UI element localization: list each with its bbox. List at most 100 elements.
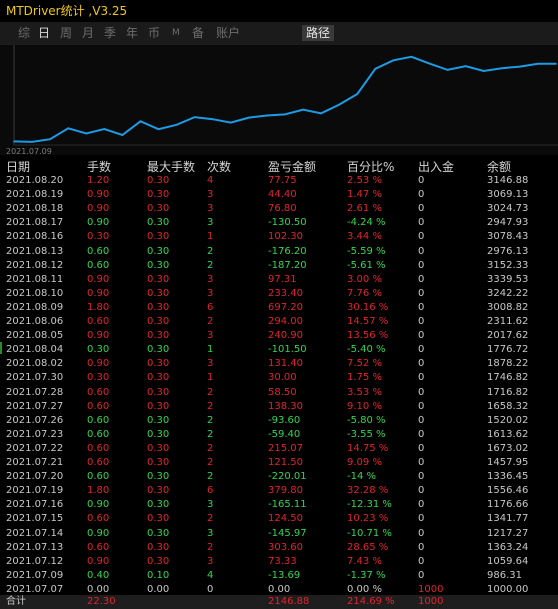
cell-lots: 0.60 <box>87 541 110 553</box>
cell-date: 2021.07.20 <box>6 471 64 483</box>
tab-summary[interactable]: 综 <box>18 25 30 41</box>
cell-max-lots: 0.30 <box>147 386 170 398</box>
chart-start-date: 2021.07.09 <box>6 147 52 156</box>
tab-currency[interactable]: 币 <box>148 25 160 41</box>
table-row[interactable]: 2021.07.20 0.60 0.30 2 -220.01 -14 % 0 1336.45 <box>0 470 558 484</box>
table-row[interactable]: 2021.08.04 0.30 0.30 1 -101.50 -5.40 % 0 1776.7… <box>0 343 558 357</box>
table-row[interactable]: 2021.08.16 0.30 0.30 1 102.30 3.44 % 0 3078.43 <box>0 230 558 244</box>
cell-balance: 1336.45 <box>487 471 529 483</box>
equity-point <box>157 128 160 131</box>
table-row[interactable]: 2021.08.20 1.20 0.30 4 77.75 2.53 % 0 3146.88 <box>0 174 558 188</box>
equity-point <box>211 118 214 120</box>
table-row[interactable]: 2021.07.26 0.60 0.30 2 -93.60 -5.80 % 0 1520.02 <box>0 414 558 428</box>
tab-year[interactable]: 年 <box>126 25 138 41</box>
table-row[interactable]: 2021.08.06 0.60 0.30 2 294.00 14.57 % 0 2311.62 <box>0 315 558 329</box>
cell-lots: 0.60 <box>87 414 110 426</box>
table-row[interactable]: 2021.07.09 0.40 0.10 4 -13.69 -1.37 % 0 986.31 <box>0 569 558 583</box>
cell-pnl: -93.60 <box>268 414 301 426</box>
table-row[interactable]: 2021.08.13 0.60 0.30 2 -176.20 -5.59 % 0 2976.1… <box>0 245 558 259</box>
tab-account[interactable]: 账户 <box>216 25 240 41</box>
cell-pct: 14.57 % <box>347 316 389 327</box>
tab-quarter[interactable]: 季 <box>104 25 116 41</box>
header-pnl[interactable]: 盈亏金额 <box>268 158 316 175</box>
header-lots[interactable]: 手数 <box>87 158 111 175</box>
table-row[interactable]: 2021.07.21 0.60 0.30 2 121.50 9.09 % 0 1457.95 <box>0 456 558 470</box>
table-row[interactable]: 2021.07.13 0.60 0.30 2 303.60 28.65 % 0 1363.24 <box>0 541 558 555</box>
cell-max-lots: 0.30 <box>147 485 170 497</box>
table-row[interactable]: 2021.07.16 0.90 0.30 3 -165.11 -12.31 % 0 1176.… <box>0 498 558 512</box>
tab-notes[interactable]: 备 <box>192 25 204 41</box>
table-row[interactable]: 2021.08.10 0.90 0.30 3 233.40 7.76 % 0 3242.22 <box>0 287 558 301</box>
table-row[interactable]: 2021.07.12 0.90 0.30 3 73.33 7.43 % 0 1059.64 <box>0 555 558 569</box>
cell-balance: 3242.22 <box>487 287 529 299</box>
cell-max-lots: 0.30 <box>147 330 170 342</box>
cell-date: 2021.08.05 <box>6 330 64 342</box>
table-row[interactable]: 2021.08.12 0.60 0.30 2 -187.20 -5.61 % 0 3152.3… <box>0 259 558 273</box>
cell-pnl: -176.20 <box>268 245 307 257</box>
header-count[interactable]: 次数 <box>207 158 231 175</box>
equity-point <box>103 128 106 130</box>
table-row[interactable]: 2021.07.22 0.60 0.30 2 215.07 14.75 % 0 1673.02 <box>0 442 558 456</box>
cell-date: 2021.07.28 <box>6 386 64 398</box>
cell-max-lots: 0.30 <box>147 217 170 229</box>
table-row[interactable]: 2021.08.17 0.90 0.30 3 -130.50 -4.24 % 0 2947.9… <box>0 216 558 230</box>
equity-point <box>320 112 322 115</box>
equity-point <box>428 62 431 65</box>
tab-day[interactable]: 日 <box>38 25 50 41</box>
equity-point <box>248 116 250 119</box>
cell-date: 2021.08.16 <box>6 231 64 243</box>
cell-date: 2021.07.12 <box>6 555 64 567</box>
header-deposit[interactable]: 出入金 <box>418 158 454 175</box>
cell-max-lots: 0.30 <box>147 527 170 539</box>
totals-row: 合计 22.30 2146.88 214.69 % 1000 <box>0 595 558 609</box>
cell-lots: 0.90 <box>87 527 110 539</box>
cell-date: 2021.08.18 <box>6 203 64 215</box>
table-row[interactable]: 2021.08.19 0.90 0.30 3 44.40 1.47 % 0 3069.13 <box>0 188 558 202</box>
cell-pct: 2.61 % <box>347 203 382 215</box>
cell-max-lots: 0.30 <box>147 414 170 426</box>
cell-max-lots: 0.30 <box>147 344 170 356</box>
table-row[interactable]: 2021.07.23 0.60 0.30 2 -59.40 -3.55 % 0 1613.62 <box>0 428 558 442</box>
cell-lots: 0.60 <box>87 245 110 257</box>
table-row[interactable]: 2021.08.18 0.90 0.30 3 76.80 2.61 % 0 3024.73 <box>0 202 558 216</box>
cell-lots: 0.90 <box>87 287 110 299</box>
cell-flow: 0 <box>418 485 425 497</box>
cell-max-lots: 0.30 <box>147 471 170 483</box>
equity-point <box>338 103 341 106</box>
table-row[interactable]: 2021.08.05 0.90 0.30 3 240.90 13.56 % 0 2017.62 <box>0 329 558 343</box>
header-balance[interactable]: 余额 <box>487 158 511 175</box>
tab-week[interactable]: 周 <box>60 25 72 41</box>
table-row[interactable]: 2021.08.09 1.80 0.30 6 697.20 30.16 % 0 3008.82 <box>0 301 558 315</box>
equity-point <box>85 132 88 135</box>
equity-point <box>230 121 232 124</box>
cell-flow: 0 <box>418 203 425 215</box>
table-row[interactable]: 2021.07.19 1.80 0.30 6 379.80 32.28 % 0 1556.46 <box>0 484 558 498</box>
header-max-lots[interactable]: 最大手数 <box>147 158 195 175</box>
cell-pnl: -145.97 <box>268 527 307 539</box>
cell-pct: -12.31 % <box>347 499 392 511</box>
cell-max-lots: 0.30 <box>147 175 170 186</box>
cell-flow: 0 <box>418 499 425 511</box>
table-row[interactable]: 2021.07.15 0.60 0.30 2 124.50 10.23 % 0 1341.77 <box>0 512 558 526</box>
table-row[interactable]: 2021.07.30 0.30 0.30 1 30.00 1.75 % 0 1746.82 <box>0 371 558 385</box>
equity-point <box>284 113 286 116</box>
table-row[interactable]: 2021.08.11 0.90 0.30 3 97.31 3.00 % 0 3339.53 <box>0 273 558 287</box>
tab-m[interactable]: M <box>172 25 180 41</box>
cell-lots: 0.60 <box>87 442 110 454</box>
cell-pct: 14.75 % <box>347 442 389 454</box>
tab-month[interactable]: 月 <box>82 25 94 41</box>
cell-pnl: -187.20 <box>268 259 307 271</box>
tab-path[interactable]: 路径 <box>302 25 335 41</box>
cell-flow: 0 <box>418 527 425 539</box>
cell-max-lots: 0.30 <box>147 358 170 370</box>
cell-max-lots: 0.10 <box>147 569 170 581</box>
table-row[interactable]: 2021.07.14 0.90 0.30 3 -145.97 -10.71 % 0 1217.… <box>0 527 558 541</box>
table-row[interactable]: 2021.07.28 0.60 0.30 2 58.50 3.53 % 0 1716.82 <box>0 386 558 400</box>
cell-lots: 0.60 <box>87 428 110 440</box>
header-date[interactable]: 日期 <box>6 158 30 175</box>
cell-pct: 2.53 % <box>347 175 382 186</box>
table-row[interactable]: 2021.08.02 0.90 0.30 3 131.40 7.52 % 0 1878.22 <box>0 357 558 371</box>
header-percent[interactable]: 百分比% <box>347 158 394 175</box>
cell-date: 2021.07.21 <box>6 457 64 468</box>
table-row[interactable]: 2021.07.27 0.60 0.30 2 138.30 9.10 % 0 1658.32 <box>0 400 558 414</box>
